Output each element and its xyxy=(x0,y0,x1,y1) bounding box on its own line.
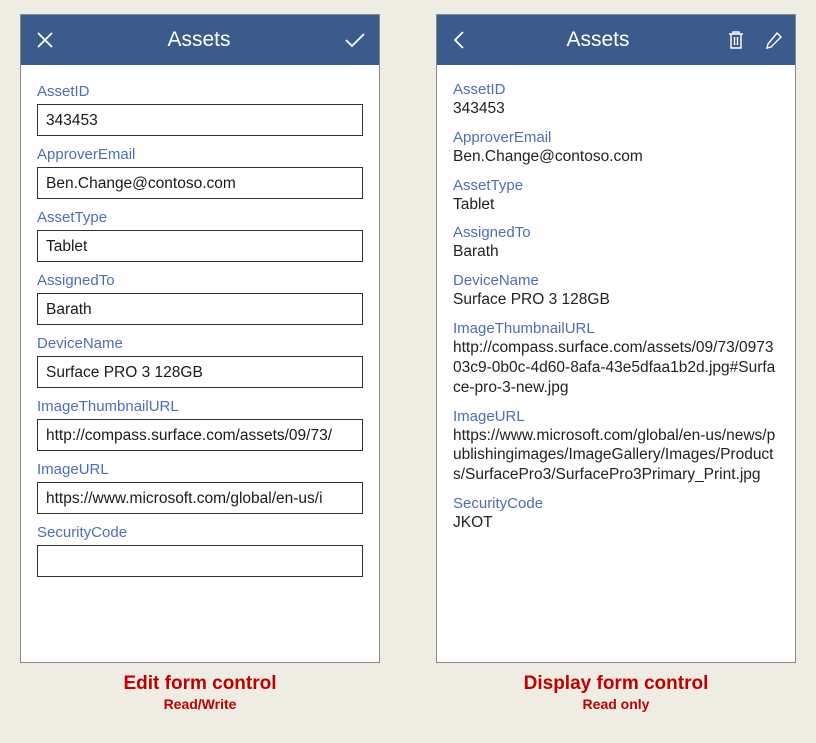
device-name-value: Surface PRO 3 128GB xyxy=(453,290,779,310)
image-url-value: https://www.microsoft.com/global/en-us/n… xyxy=(453,426,779,485)
edit-caption-sub: Read/Write xyxy=(20,696,380,712)
back-icon[interactable] xyxy=(451,29,469,51)
approver-email-label: ApproverEmail xyxy=(453,129,779,146)
security-code-label: SecurityCode xyxy=(453,495,779,512)
asset-id-field[interactable] xyxy=(37,104,363,136)
approver-email-value: Ben.Change@contoso.com xyxy=(453,147,779,167)
edit-form-screen: Assets AssetID ApproverEmail AssetType A… xyxy=(20,14,380,663)
display-caption: Display form control Read only xyxy=(436,673,796,712)
display-body: AssetID 343453 ApproverEmail Ben.Change@… xyxy=(437,65,795,662)
asset-type-label: AssetType xyxy=(453,177,779,194)
asset-type-field[interactable] xyxy=(37,230,363,262)
trash-icon[interactable] xyxy=(727,30,745,50)
security-code-label: SecurityCode xyxy=(37,524,363,541)
display-header: Assets xyxy=(437,15,795,65)
check-icon[interactable] xyxy=(343,30,367,50)
image-url-label: ImageURL xyxy=(37,461,363,478)
edit-caption: Edit form control Read/Write xyxy=(20,673,380,712)
edit-caption-title: Edit form control xyxy=(20,673,380,695)
security-code-field[interactable] xyxy=(37,545,363,577)
image-thumbnail-url-label: ImageThumbnailURL xyxy=(453,320,779,337)
image-url-label: ImageURL xyxy=(453,408,779,425)
security-code-value: JKOT xyxy=(453,513,779,533)
image-url-field[interactable] xyxy=(37,482,363,514)
assigned-to-label: AssignedTo xyxy=(453,224,779,241)
asset-type-value: Tablet xyxy=(453,195,779,215)
image-thumbnail-url-value: http://compass.surface.com/assets/09/73/… xyxy=(453,338,779,397)
display-caption-sub: Read only xyxy=(436,696,796,712)
assigned-to-field[interactable] xyxy=(37,293,363,325)
close-icon[interactable] xyxy=(35,30,55,50)
asset-id-label: AssetID xyxy=(453,81,779,98)
asset-id-value: 343453 xyxy=(453,99,779,119)
display-form-screen: Assets AssetID 343453 ApproverEmail Ben.… xyxy=(436,14,796,663)
image-thumbnail-url-label: ImageThumbnailURL xyxy=(37,398,363,415)
display-caption-title: Display form control xyxy=(436,673,796,695)
device-name-label: DeviceName xyxy=(37,335,363,352)
edit-body: AssetID ApproverEmail AssetType Assigned… xyxy=(21,65,379,662)
image-thumbnail-url-field[interactable] xyxy=(37,419,363,451)
assigned-to-label: AssignedTo xyxy=(37,272,363,289)
edit-title: Assets xyxy=(55,28,343,52)
display-title: Assets xyxy=(469,28,727,52)
assigned-to-value: Barath xyxy=(453,242,779,262)
asset-id-label: AssetID xyxy=(37,83,363,100)
edit-icon[interactable] xyxy=(765,31,783,49)
device-name-field[interactable] xyxy=(37,356,363,388)
device-name-label: DeviceName xyxy=(453,272,779,289)
approver-email-field[interactable] xyxy=(37,167,363,199)
edit-header: Assets xyxy=(21,15,379,65)
asset-type-label: AssetType xyxy=(37,209,363,226)
approver-email-label: ApproverEmail xyxy=(37,146,363,163)
